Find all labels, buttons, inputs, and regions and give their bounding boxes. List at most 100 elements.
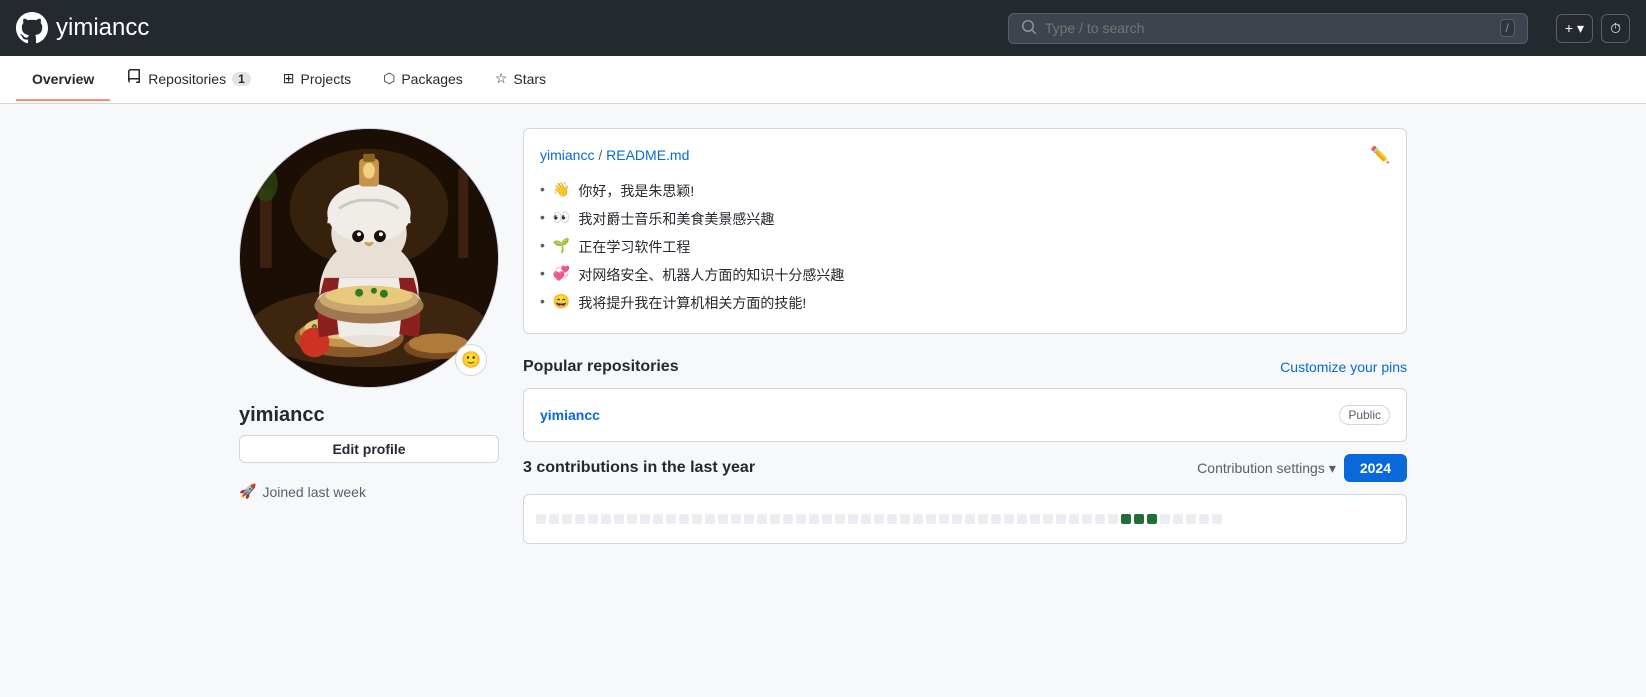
customize-pins-link[interactable]: Customize your pins bbox=[1280, 359, 1407, 375]
contrib-dot bbox=[744, 514, 754, 524]
contributions-graph bbox=[523, 494, 1407, 544]
contrib-dot bbox=[1160, 514, 1170, 524]
readme-emoji-2: 👀 bbox=[553, 209, 570, 226]
contrib-dot bbox=[965, 514, 975, 524]
contrib-dot bbox=[809, 514, 819, 524]
nav-item-repositories-label: Repositories bbox=[148, 71, 226, 87]
readme-user-link[interactable]: yimiancc bbox=[540, 147, 594, 163]
repo-card-yimiancc: yimiancc Public bbox=[523, 388, 1407, 442]
contributions-title: 3 contributions in the last year bbox=[523, 459, 755, 477]
contrib-dot bbox=[640, 514, 650, 524]
contrib-dot bbox=[1212, 514, 1222, 524]
popular-repos-header: Popular repositories Customize your pins bbox=[523, 358, 1407, 376]
header-actions: + ▾ ⏱ bbox=[1556, 14, 1630, 43]
contrib-dot bbox=[770, 514, 780, 524]
readme-file-path: yimiancc / README.md bbox=[540, 147, 689, 163]
contrib-dot bbox=[588, 514, 598, 524]
contrib-dot bbox=[614, 514, 624, 524]
nav-bar: Overview Repositories 1 ⊞ Projects ⬡ Pac… bbox=[0, 56, 1646, 104]
repo-icon bbox=[126, 69, 142, 88]
contrib-dot bbox=[653, 514, 663, 524]
contrib-dot bbox=[926, 514, 936, 524]
contrib-dot bbox=[601, 514, 611, 524]
public-badge: Public bbox=[1339, 405, 1390, 425]
contrib-dot bbox=[562, 514, 572, 524]
contribution-settings-label: Contribution settings bbox=[1197, 460, 1325, 476]
year-button[interactable]: 2024 bbox=[1344, 454, 1407, 482]
rocket-icon: 🚀 bbox=[239, 483, 256, 500]
readme-file-link[interactable]: README.md bbox=[606, 147, 689, 163]
search-kbd-badge: / bbox=[1500, 19, 1515, 37]
contrib-dot bbox=[1173, 514, 1183, 524]
readme-card: yimiancc / README.md ✏️ 👋 你好，我是朱思颖! 👀 我对… bbox=[523, 128, 1407, 334]
readme-item-1: 👋 你好，我是朱思颖! bbox=[540, 177, 1390, 205]
contrib-dot bbox=[1082, 514, 1092, 524]
readme-text-2: 我对爵士音乐和美食美景感兴趣 bbox=[578, 209, 774, 229]
contrib-dot bbox=[848, 514, 858, 524]
readme-text-5: 我将提升我在计算机相关方面的技能! bbox=[578, 293, 806, 313]
readme-sep: / bbox=[598, 147, 606, 163]
contrib-dot bbox=[796, 514, 806, 524]
readme-item-5: 😄 我将提升我在计算机相关方面的技能! bbox=[540, 289, 1390, 317]
add-button[interactable]: + ▾ bbox=[1556, 14, 1593, 43]
edit-pencil-icon[interactable]: ✏️ bbox=[1370, 145, 1390, 165]
nav-item-overview[interactable]: Overview bbox=[16, 59, 110, 101]
contrib-dot bbox=[1017, 514, 1027, 524]
contrib-dot bbox=[900, 514, 910, 524]
avatar-emoji-button[interactable]: 🙂 bbox=[455, 344, 487, 376]
readme-item-3: 🌱 正在学习软件工程 bbox=[540, 233, 1390, 261]
nav-item-stars-label: Stars bbox=[513, 71, 546, 87]
contrib-dot bbox=[952, 514, 962, 524]
contrib-dot-active bbox=[1121, 514, 1131, 524]
avatar-container: 🙂 bbox=[239, 128, 499, 388]
smiley-icon: 🙂 bbox=[461, 350, 481, 370]
contrib-dot bbox=[692, 514, 702, 524]
nav-item-projects[interactable]: ⊞ Projects bbox=[267, 58, 367, 101]
clock-button[interactable]: ⏱ bbox=[1601, 14, 1630, 43]
readme-text-3: 正在学习软件工程 bbox=[578, 237, 690, 257]
nav-item-packages[interactable]: ⬡ Packages bbox=[367, 58, 479, 101]
contrib-dot bbox=[731, 514, 741, 524]
github-logo[interactable]: yimiancc bbox=[16, 12, 149, 44]
nav-item-overview-label: Overview bbox=[32, 71, 94, 87]
search-bar: / bbox=[1008, 13, 1528, 44]
readme-item-2: 👀 我对爵士音乐和美食美景感兴趣 bbox=[540, 205, 1390, 233]
profile-username: yimiancc bbox=[239, 404, 499, 427]
nav-item-repositories[interactable]: Repositories 1 bbox=[110, 57, 267, 102]
contrib-dot bbox=[822, 514, 832, 524]
contrib-dot bbox=[718, 514, 728, 524]
packages-icon: ⬡ bbox=[383, 70, 395, 87]
nav-item-stars[interactable]: ☆ Stars bbox=[479, 58, 562, 101]
contrib-dot bbox=[1186, 514, 1196, 524]
repositories-badge: 1 bbox=[232, 72, 251, 86]
contrib-dot bbox=[1069, 514, 1079, 524]
contrib-dot bbox=[549, 514, 559, 524]
contrib-dot bbox=[1108, 514, 1118, 524]
clock-icon: ⏱ bbox=[1610, 20, 1621, 37]
contrib-dot bbox=[887, 514, 897, 524]
plus-icon: + bbox=[1565, 20, 1573, 36]
header-username: yimiancc bbox=[56, 14, 149, 42]
popular-repos-title: Popular repositories bbox=[523, 358, 679, 376]
contrib-dot bbox=[913, 514, 923, 524]
readme-text-4: 对网络安全、机器人方面的知识十分感兴趣 bbox=[578, 265, 844, 285]
contrib-dot bbox=[978, 514, 988, 524]
contrib-dot bbox=[627, 514, 637, 524]
contrib-dot bbox=[679, 514, 689, 524]
repo-name-link[interactable]: yimiancc bbox=[540, 407, 600, 423]
edit-profile-button[interactable]: Edit profile bbox=[239, 435, 499, 463]
contrib-dot bbox=[1030, 514, 1040, 524]
contrib-dot bbox=[874, 514, 884, 524]
contrib-dot bbox=[705, 514, 715, 524]
contrib-dot bbox=[835, 514, 845, 524]
search-input[interactable] bbox=[1045, 20, 1492, 36]
contributions-section: 3 contributions in the last year Contrib… bbox=[523, 454, 1407, 544]
contrib-dots bbox=[536, 514, 1222, 524]
contrib-dot-active bbox=[1134, 514, 1144, 524]
contrib-dot bbox=[1043, 514, 1053, 524]
contribution-settings-button[interactable]: Contribution settings ▾ bbox=[1197, 460, 1336, 477]
contrib-dot bbox=[666, 514, 676, 524]
contrib-dot bbox=[939, 514, 949, 524]
readme-emoji-1: 👋 bbox=[553, 181, 570, 198]
stars-icon: ☆ bbox=[495, 70, 508, 87]
